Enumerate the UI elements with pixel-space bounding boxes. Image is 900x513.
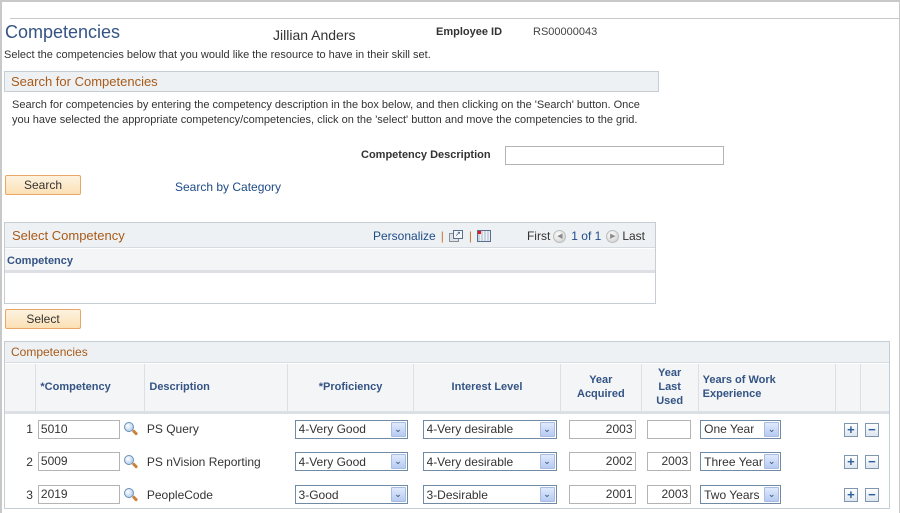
- competency-code-input[interactable]: 5009: [37, 452, 120, 471]
- instructions-text: Select the competencies below that you w…: [4, 49, 431, 61]
- select-competency-grid: Select Competency Personalize | ↗ | Firs…: [4, 222, 656, 304]
- previous-arrow-icon[interactable]: ◀: [553, 229, 567, 243]
- chevron-down-icon: ⌄: [390, 421, 406, 437]
- delete-row-button[interactable]: −: [864, 454, 879, 469]
- proficiency-header: *Proficiency: [287, 364, 414, 414]
- separator: |: [440, 229, 444, 243]
- chevron-down-icon: ⌄: [764, 454, 780, 469]
- table-header-row: *Competency Description *Proficiency Int…: [5, 364, 889, 414]
- select-grid-column-header: Competency: [5, 249, 655, 273]
- chevron-down-icon: ⌄: [764, 421, 780, 437]
- add-column-header: [835, 364, 861, 414]
- description-text: PeopleCode: [146, 487, 213, 502]
- years-experience-header: Years of Work Experience: [697, 364, 836, 414]
- row-number-header: [5, 364, 36, 414]
- proficiency-dropdown[interactable]: 4-Very Good ⌄: [294, 419, 408, 439]
- year-acquired-header: Year Acquired: [560, 364, 642, 414]
- table-row: 2 5009 PS nVision Reporting 4-Very Good ⌄…: [5, 445, 889, 478]
- nav-last: Last: [622, 229, 645, 243]
- competency-code-input[interactable]: 5010: [37, 419, 120, 439]
- row-number: 3: [26, 487, 33, 502]
- description-text: PS nVision Reporting: [146, 454, 261, 469]
- competency-column-header: Competency: [7, 255, 74, 267]
- proficiency-dropdown[interactable]: 4-Very Good ⌄: [294, 452, 408, 471]
- year-acquired-input[interactable]: 2003: [568, 419, 636, 439]
- description-text: PS Query: [146, 422, 199, 437]
- search-by-category-link[interactable]: Search by Category: [175, 180, 281, 194]
- magnifying-glass-icon[interactable]: [123, 487, 139, 502]
- employee-id-value: RS00000043: [533, 26, 598, 38]
- table-row: 3 2019 PeopleCode 3-Good ⌄ 3-Desirable ⌄ 2…: [5, 478, 889, 511]
- chevron-down-icon: ⌄: [539, 487, 555, 502]
- chevron-down-icon: ⌄: [390, 454, 406, 469]
- years-experience-dropdown[interactable]: One Year ⌄: [700, 419, 782, 439]
- spreadsheet-icon[interactable]: [476, 230, 491, 242]
- competencies-grid: Competencies *Competency Description *Pr…: [4, 341, 890, 509]
- table-row: 1 5010 PS Query 4-Very Good ⌄ 4-Very desi…: [5, 412, 889, 445]
- select-button[interactable]: Select: [5, 309, 81, 329]
- magnifying-glass-icon[interactable]: [123, 454, 139, 469]
- magnifying-glass-icon[interactable]: [123, 422, 139, 436]
- personalize-link[interactable]: Personalize: [373, 229, 436, 243]
- competency-description-label: Competency Description: [361, 149, 491, 161]
- grid-navigation: Personalize | ↗ | First ◀ 1 of 1 ▶ Last: [373, 229, 645, 243]
- add-row-button[interactable]: +: [843, 422, 858, 437]
- search-section-header: Search for Competencies: [4, 71, 659, 92]
- competency-description-input[interactable]: [505, 146, 724, 165]
- row-number: 2: [26, 454, 33, 469]
- interest-level-dropdown[interactable]: 3-Desirable ⌄: [422, 485, 557, 504]
- top-divider: [10, 18, 899, 19]
- nav-count: 1 of 1: [571, 229, 602, 243]
- competencies-grid-title: Competencies: [11, 345, 88, 359]
- competencies-grid-header: Competencies: [5, 342, 889, 363]
- row-number: 1: [26, 422, 33, 437]
- description-header: Description: [144, 364, 288, 414]
- employee-name: Jillian Anders: [273, 27, 356, 43]
- select-grid-header: Select Competency Personalize | ↗ | Firs…: [5, 223, 655, 248]
- chevron-down-icon: ⌄: [390, 487, 406, 502]
- proficiency-dropdown[interactable]: 3-Good ⌄: [294, 485, 408, 504]
- year-acquired-input[interactable]: 2002: [568, 452, 636, 471]
- search-help-text: Search for competencies by entering the …: [12, 99, 640, 126]
- page-title: Competencies: [5, 22, 121, 42]
- delete-row-button[interactable]: −: [864, 487, 879, 502]
- add-row-button[interactable]: +: [843, 454, 858, 469]
- chevron-down-icon: ⌄: [539, 421, 555, 437]
- new-window-icon[interactable]: ↗: [448, 229, 464, 243]
- year-last-used-input[interactable]: 2003: [647, 485, 692, 504]
- add-row-button[interactable]: +: [843, 487, 858, 502]
- years-experience-dropdown[interactable]: Two Years ⌄: [700, 485, 782, 504]
- search-button[interactable]: Search: [5, 175, 81, 195]
- select-grid-title: Select Competency: [12, 228, 125, 243]
- years-experience-dropdown[interactable]: Three Year ⌄: [700, 452, 782, 471]
- year-last-used-header: Year Last Used: [640, 364, 699, 414]
- competency-code-input[interactable]: 2019: [37, 485, 120, 504]
- delete-row-button[interactable]: −: [864, 422, 879, 437]
- year-acquired-input[interactable]: 2001: [568, 485, 636, 504]
- competencies-table: *Competency Description *Proficiency Int…: [5, 364, 889, 511]
- chevron-down-icon: ⌄: [764, 487, 780, 502]
- interest-level-dropdown[interactable]: 4-Very desirable ⌄: [422, 419, 557, 439]
- next-arrow-icon[interactable]: ▶: [606, 229, 620, 243]
- year-last-used-input[interactable]: [647, 419, 692, 439]
- separator: |: [468, 229, 472, 243]
- delete-column-header: [860, 364, 889, 414]
- year-last-used-input[interactable]: 2003: [647, 452, 692, 471]
- interest-level-dropdown[interactable]: 4-Very desirable ⌄: [422, 452, 557, 471]
- employee-id-label: Employee ID: [436, 26, 503, 38]
- competency-header: *Competency: [35, 364, 145, 414]
- chevron-down-icon: ⌄: [539, 454, 555, 469]
- interest-level-header: Interest Level: [413, 364, 561, 414]
- nav-first: First: [526, 229, 551, 243]
